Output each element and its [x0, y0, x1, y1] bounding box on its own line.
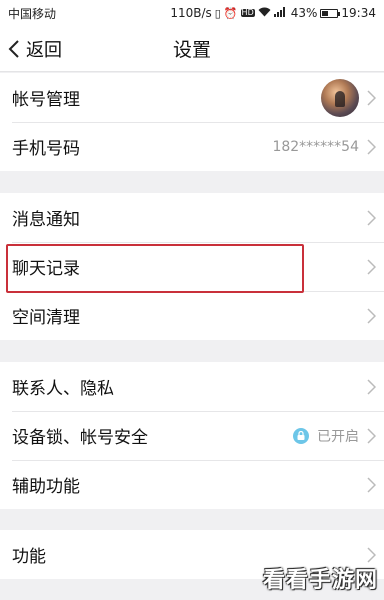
vibrate-icon: ▯	[214, 6, 221, 20]
chevron-right-icon	[367, 307, 376, 324]
status-indicators: 110B/s ▯ ⏰ HD 43% 19:34	[170, 6, 376, 20]
chevron-left-icon	[8, 40, 19, 58]
settings-item-accessibility[interactable]: 辅助功能	[0, 460, 384, 509]
network-speed: 110B/s	[170, 6, 212, 20]
phone-number-value: 182******54	[272, 138, 359, 155]
chevron-right-icon	[367, 89, 376, 106]
lock-icon	[293, 427, 309, 444]
settings-item-notifications[interactable]: 消息通知	[0, 193, 384, 242]
chevron-right-icon	[367, 476, 376, 493]
back-button[interactable]: 返回	[8, 26, 62, 72]
settings-item-label: 联系人、隐私	[12, 379, 114, 399]
status-bar: 中国移动 110B/s ▯ ⏰ HD 43% 19:34	[0, 0, 384, 26]
avatar	[321, 78, 359, 117]
cellular-signal-icon	[273, 7, 288, 19]
wifi-icon	[258, 7, 271, 19]
settings-item-label: 辅助功能	[12, 477, 80, 497]
settings-item-label: 聊天记录	[12, 259, 80, 279]
nav-bar: 返回 设置	[0, 26, 384, 72]
back-label: 返回	[26, 40, 62, 61]
settings-item-device-lock-security[interactable]: 设备锁、帐号安全 已开启	[0, 411, 384, 460]
chevron-right-icon	[367, 427, 376, 444]
security-status-value: 已开启	[317, 428, 359, 445]
carrier-name: 中国移动	[8, 6, 57, 21]
chevron-right-icon	[367, 209, 376, 226]
settings-item-label: 帐号管理	[12, 90, 80, 110]
battery-icon	[320, 8, 341, 18]
settings-item-phone-number[interactable]: 手机号码 182******54	[0, 122, 384, 171]
settings-item-storage-cleanup[interactable]: 空间清理	[0, 291, 384, 340]
settings-item-label: 空间清理	[12, 308, 80, 328]
chevron-right-icon	[367, 258, 376, 275]
hd-icon: HD	[240, 8, 255, 17]
settings-group-account: 帐号管理 手机号码 182******54	[0, 73, 384, 171]
battery-fill	[322, 10, 329, 16]
settings-item-label: 功能	[12, 547, 46, 567]
chevron-right-icon	[367, 378, 376, 395]
settings-item-label: 设备锁、帐号安全	[12, 428, 148, 448]
alarm-icon: ⏰	[223, 6, 238, 20]
settings-item-account-management[interactable]: 帐号管理	[0, 73, 384, 122]
settings-item-label: 消息通知	[12, 210, 80, 230]
clock: 19:34	[341, 6, 376, 20]
watermark: 看看手游网	[262, 568, 378, 593]
chevron-right-icon	[367, 546, 376, 563]
settings-item-label: 手机号码	[12, 139, 80, 159]
chevron-right-icon	[367, 138, 376, 155]
settings-group-messages: 消息通知 聊天记录 空间清理	[0, 193, 384, 340]
settings-group-privacy: 联系人、隐私 设备锁、帐号安全 已开启 辅助功能	[0, 362, 384, 509]
settings-item-contacts-privacy[interactable]: 联系人、隐私	[0, 362, 384, 411]
battery-percent: 43%	[290, 6, 318, 20]
settings-item-chat-history[interactable]: 聊天记录	[0, 242, 384, 291]
